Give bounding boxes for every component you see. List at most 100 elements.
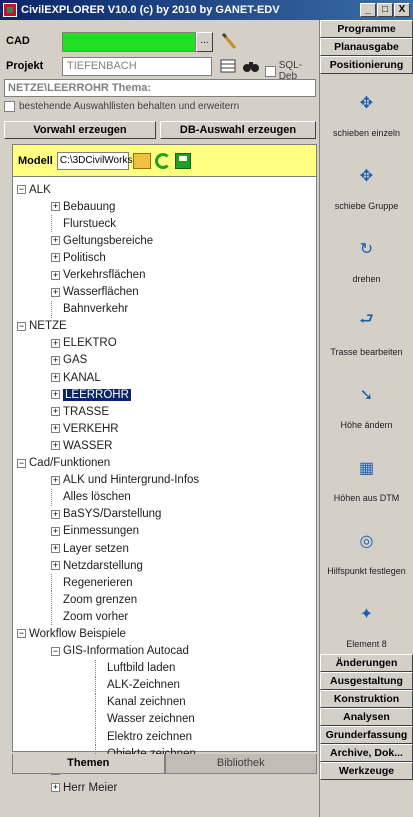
tree-node[interactable]: + Verkehrsflächen: [13, 266, 316, 283]
refresh-icon[interactable]: [154, 152, 171, 169]
tool-puzzle[interactable]: ✦ Element 8: [320, 589, 413, 662]
tree-node[interactable]: + Bebauung: [13, 198, 316, 215]
tree-node[interactable]: + Layer setzen: [13, 540, 316, 557]
tree-node[interactable]: + Einmessungen: [13, 523, 316, 540]
tree-node[interactable]: + Geltungsbereiche: [13, 232, 316, 249]
tree-node[interactable]: + LEERROHR: [13, 386, 316, 403]
tree-node-label[interactable]: ALK-Zeichnen: [107, 679, 180, 691]
target-icon[interactable]: ◎: [356, 530, 378, 552]
tree-node[interactable]: + ALK und Hintergrund-Infos: [13, 472, 316, 489]
tree-node[interactable]: + KANAL: [13, 369, 316, 386]
tree-node-label[interactable]: Elektro zeichnen: [107, 731, 192, 743]
tool-move[interactable]: ✥ schieben einzeln: [320, 78, 413, 151]
height-change-icon[interactable]: ➘: [356, 384, 378, 406]
expand-icon[interactable]: +: [51, 270, 60, 280]
cad-field[interactable]: [62, 32, 196, 52]
pencil-icon[interactable]: [220, 31, 238, 51]
expand-icon[interactable]: +: [51, 407, 60, 417]
cad-browse-button[interactable]: ...: [196, 32, 213, 52]
tree-node-label[interactable]: Geltungsbereiche: [63, 235, 153, 247]
expand-icon[interactable]: +: [51, 561, 60, 571]
tree-node-label[interactable]: GIS-Information Autocad: [63, 645, 189, 657]
menu-button-ausgestaltung[interactable]: Ausgestaltung: [320, 672, 413, 690]
expand-icon[interactable]: +: [51, 287, 60, 297]
route-edit-icon[interactable]: ⮐: [356, 311, 378, 333]
tree-node-label[interactable]: Alles löschen: [63, 491, 131, 503]
tree-node[interactable]: Bahnverkehr: [13, 300, 316, 318]
tool-height-change[interactable]: ➘ Höhe ändern: [320, 370, 413, 443]
tree-node-label[interactable]: Workflow Beispiele: [29, 628, 126, 640]
tree-node[interactable]: Alles löschen: [13, 488, 316, 506]
expand-icon[interactable]: +: [51, 373, 60, 383]
expand-icon[interactable]: +: [51, 509, 60, 519]
menu-button-programme[interactable]: Programme: [320, 20, 413, 38]
theme-tree[interactable]: − ALK + Bebauung Flurstueck + Geltungsbereiche…: [13, 177, 316, 796]
rotate-icon[interactable]: ↻: [356, 238, 378, 260]
tree-node-label[interactable]: Herr Meier: [63, 782, 117, 794]
tree-node[interactable]: Kanal zeichnen: [13, 693, 316, 711]
menu-button-änderungen[interactable]: Änderungen: [320, 654, 413, 672]
move-group-icon[interactable]: ✥: [356, 165, 378, 187]
tree-node[interactable]: + VERKEHR: [13, 420, 316, 437]
folder-icon[interactable]: [132, 152, 151, 169]
tree-node[interactable]: + Herr Meier: [13, 779, 316, 796]
tool-dtm[interactable]: ▦ Höhen aus DTM: [320, 443, 413, 516]
tree-node[interactable]: Zoom vorher: [13, 608, 316, 626]
tree-node-label[interactable]: ALK: [29, 184, 51, 196]
tree-node[interactable]: Wasser zeichnen: [13, 710, 316, 728]
sql-debug-box[interactable]: [265, 65, 276, 77]
save-icon[interactable]: [174, 152, 191, 169]
projekt-field[interactable]: TIEFENBACH: [62, 57, 212, 76]
tree-node-label[interactable]: Wasserflächen: [63, 286, 139, 298]
tree-node[interactable]: Luftbild laden: [13, 659, 316, 677]
tree-node[interactable]: + ELEKTRO: [13, 335, 316, 352]
tool-move-group[interactable]: ✥ schiebe Gruppe: [320, 151, 413, 224]
tree-node[interactable]: − Cad/Funktionen: [13, 455, 316, 472]
collapse-icon[interactable]: −: [17, 321, 26, 331]
db-auswahl-button[interactable]: DB-Auswahl erzeugen: [160, 121, 316, 139]
menu-button-archive-dok[interactable]: Archive, Dok...: [320, 744, 413, 762]
close-button[interactable]: X: [394, 3, 410, 17]
tree-node[interactable]: + Netzdarstellung: [13, 557, 316, 574]
tree-node[interactable]: + Politisch: [13, 249, 316, 266]
tree-node-label[interactable]: Zoom grenzen: [63, 594, 137, 606]
collapse-icon[interactable]: −: [17, 629, 26, 639]
tree-node-label[interactable]: Bebauung: [63, 201, 115, 213]
tree-node-label[interactable]: TRASSE: [63, 406, 109, 418]
tree-node-label[interactable]: Luftbild laden: [107, 662, 175, 674]
tree-node-label[interactable]: NETZE: [29, 320, 67, 332]
expand-icon[interactable]: +: [51, 202, 60, 212]
tree-node-label[interactable]: Regenerieren: [63, 577, 133, 589]
puzzle-icon[interactable]: ✦: [356, 603, 378, 625]
tool-rotate[interactable]: ↻ drehen: [320, 224, 413, 297]
tree-node-label[interactable]: Flurstueck: [63, 218, 116, 230]
collapse-icon[interactable]: −: [17, 458, 26, 468]
expand-icon[interactable]: +: [51, 236, 60, 246]
tree-node[interactable]: − Workflow Beispiele: [13, 625, 316, 642]
expand-icon[interactable]: +: [51, 441, 60, 451]
keep-lists-box[interactable]: [4, 101, 15, 112]
tree-node-label[interactable]: Cad/Funktionen: [29, 457, 110, 469]
tree-node-label[interactable]: Bahnverkehr: [63, 303, 128, 315]
tree-node-label[interactable]: KANAL: [63, 372, 101, 384]
collapse-icon[interactable]: −: [51, 646, 60, 656]
tree-node-label[interactable]: Politisch: [63, 252, 106, 264]
expand-icon[interactable]: +: [51, 544, 60, 554]
vorwahl-button[interactable]: Vorwahl erzeugen: [4, 121, 156, 139]
expand-icon[interactable]: +: [51, 355, 60, 365]
menu-button-grunderfassung[interactable]: Grunderfassung: [320, 726, 413, 744]
tree-node-label[interactable]: BaSYS/Darstellung: [63, 508, 161, 520]
dtm-icon[interactable]: ▦: [356, 457, 378, 479]
tree-node[interactable]: − NETZE: [13, 318, 316, 335]
tree-node[interactable]: Flurstueck: [13, 215, 316, 233]
tree-node[interactable]: ALK-Zeichnen: [13, 676, 316, 694]
keep-lists-checkbox[interactable]: bestehende Auswahllisten behalten und er…: [4, 101, 239, 112]
expand-icon[interactable]: +: [51, 424, 60, 434]
tree-node[interactable]: + WASSER: [13, 437, 316, 454]
tree-node-label[interactable]: LEERROHR: [63, 388, 131, 401]
thema-field[interactable]: NETZE\LEERROHR Thema:: [4, 79, 316, 97]
tree-node-label[interactable]: Netzdarstellung: [63, 560, 143, 572]
tree-node-label[interactable]: Kanal zeichnen: [107, 696, 186, 708]
move-icon[interactable]: ✥: [356, 92, 378, 114]
tree-node[interactable]: − ALK: [13, 181, 316, 198]
